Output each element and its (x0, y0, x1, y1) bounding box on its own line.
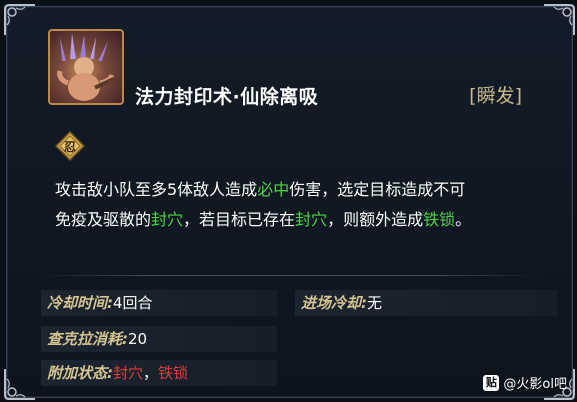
stat-value: 无 (367, 294, 383, 312)
watermark: 贴 @火影ol吧 (483, 373, 567, 392)
skill-tooltip-panel: 法力封印术·仙除离吸 [瞬发] 忍 攻击敌小队至多5体敌人造成必中伤害，选定目标… (3, 3, 576, 401)
status-iron-lock: 铁锁 (158, 364, 189, 382)
keyword-sure-hit: 必中 (257, 180, 290, 199)
description-text: 。 (455, 210, 472, 229)
stat-value: 20 (128, 330, 148, 348)
status-separator: ， (143, 364, 159, 382)
stat-label: 附加状态: (47, 364, 113, 382)
description-text: 伤害，选定目标造成不可 (289, 180, 466, 199)
description-text: ，若目标已存在 (183, 210, 296, 229)
watermark-text: @火影ol吧 (503, 377, 567, 392)
stat-value: 4回合 (113, 294, 153, 312)
description-text: ，则额外造成 (327, 210, 424, 229)
stat-label: 冷却时间: (47, 294, 113, 312)
stat-extra-status: 附加状态:封穴，铁锁 (41, 360, 277, 386)
description-line-2: 免疫及驱散的封穴，若目标已存在封穴，则额外造成铁锁。 (55, 205, 535, 235)
description-text: 免疫及驱散的 (55, 210, 152, 229)
cast-type-tag: [瞬发] (469, 85, 522, 107)
corner-ornament-icon (542, 3, 576, 37)
keyword-seal-acupoint: 封穴 (295, 210, 328, 229)
skill-name: 法力封印术·仙除离吸 (135, 86, 319, 108)
corner-ornament-icon (3, 3, 37, 37)
description-line-1: 攻击敌小队至多5体敌人造成必中伤害，选定目标造成不可 (55, 175, 535, 205)
keyword-seal-acupoint: 封穴 (151, 210, 184, 229)
stat-cooldown: 冷却时间:4回合 (41, 290, 277, 316)
status-seal-acupoint: 封穴 (113, 364, 144, 382)
corner-ornament-icon (3, 367, 37, 401)
stat-label: 查克拉消耗: (47, 330, 128, 348)
stat-chakra-cost: 查克拉消耗:20 (41, 326, 277, 352)
section-divider (41, 275, 538, 276)
seal-emblem-icon: 忍 (54, 130, 86, 162)
description-text: 攻击敌小队至多5体敌人造成 (55, 180, 258, 199)
tieba-logo-icon: 贴 (483, 374, 500, 391)
stat-entry-cooldown: 进场冷却:无 (295, 290, 557, 316)
skill-description: 攻击敌小队至多5体敌人造成必中伤害，选定目标造成不可 免疫及驱散的封穴，若目标已… (55, 175, 535, 235)
skill-portrait-icon (48, 29, 124, 105)
stat-label: 进场冷却: (301, 294, 367, 312)
keyword-iron-lock: 铁锁 (423, 210, 456, 229)
svg-text:忍: 忍 (64, 140, 76, 154)
